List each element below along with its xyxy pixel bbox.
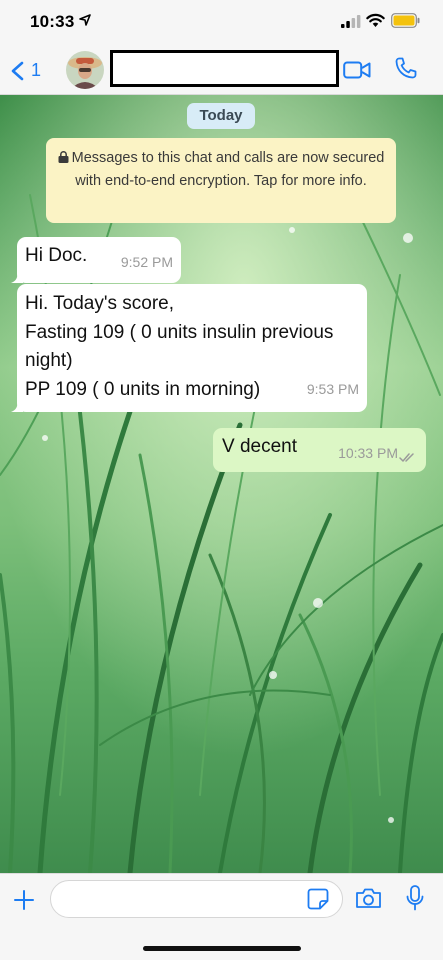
message-bubble-incoming[interactable]: Hi Doc. 9:52 PM (11, 237, 181, 283)
wifi-icon (366, 13, 385, 27)
status-time: 10:33 (30, 12, 75, 31)
plus-icon[interactable] (12, 888, 36, 912)
status-bar: 10:33 (0, 0, 443, 46)
bubble-tail (11, 400, 23, 412)
signal-icon (341, 15, 361, 28)
encryption-notice[interactable]: Messages to this chat and calls are now … (46, 138, 396, 223)
message-input[interactable] (50, 880, 343, 918)
message-time: 10:33 PM (338, 445, 398, 461)
video-call-icon[interactable] (343, 60, 371, 80)
sticker-icon[interactable] (307, 888, 329, 910)
date-label: Today (187, 103, 255, 129)
unread-count: 1 (31, 60, 42, 80)
message-bubble-incoming[interactable]: Hi. Today's score, Fasting 109 ( 0 units… (11, 284, 367, 412)
composer-bar (0, 873, 443, 960)
double-check-icon (399, 453, 414, 462)
location-arrow-icon (79, 14, 91, 26)
lock-icon (58, 151, 69, 163)
microphone-icon[interactable] (406, 885, 424, 911)
chat-header: 1 (0, 46, 443, 95)
message-text: V decent (222, 436, 297, 457)
message-time: 9:52 PM (120, 254, 173, 270)
avatar-image (66, 51, 104, 89)
back-button[interactable]: 1 (10, 56, 50, 84)
message-text: Hi Doc. (25, 245, 88, 266)
message-text-line: Hi. Today's score, (25, 293, 175, 314)
message-time: 9:53 PM (306, 381, 359, 397)
phone-icon[interactable] (394, 56, 418, 80)
back-chevron-icon (11, 61, 24, 81)
message-bubble-outgoing[interactable]: V decent 10:33 PM (213, 428, 426, 472)
message-text-line: Fasting 109 ( 0 units insulin previous (25, 321, 334, 343)
battery-icon (391, 13, 420, 28)
message-text-line: night) (25, 350, 73, 371)
bubble-tail (11, 271, 23, 283)
chat-area[interactable]: Today Messages to this chat and calls ar… (0, 95, 443, 873)
avatar[interactable] (66, 51, 104, 89)
camera-icon[interactable] (355, 887, 382, 909)
contact-name-redacted[interactable] (110, 50, 339, 87)
encryption-notice-text: Messages to this chat and calls are now … (71, 150, 385, 189)
home-indicator[interactable] (143, 946, 301, 951)
